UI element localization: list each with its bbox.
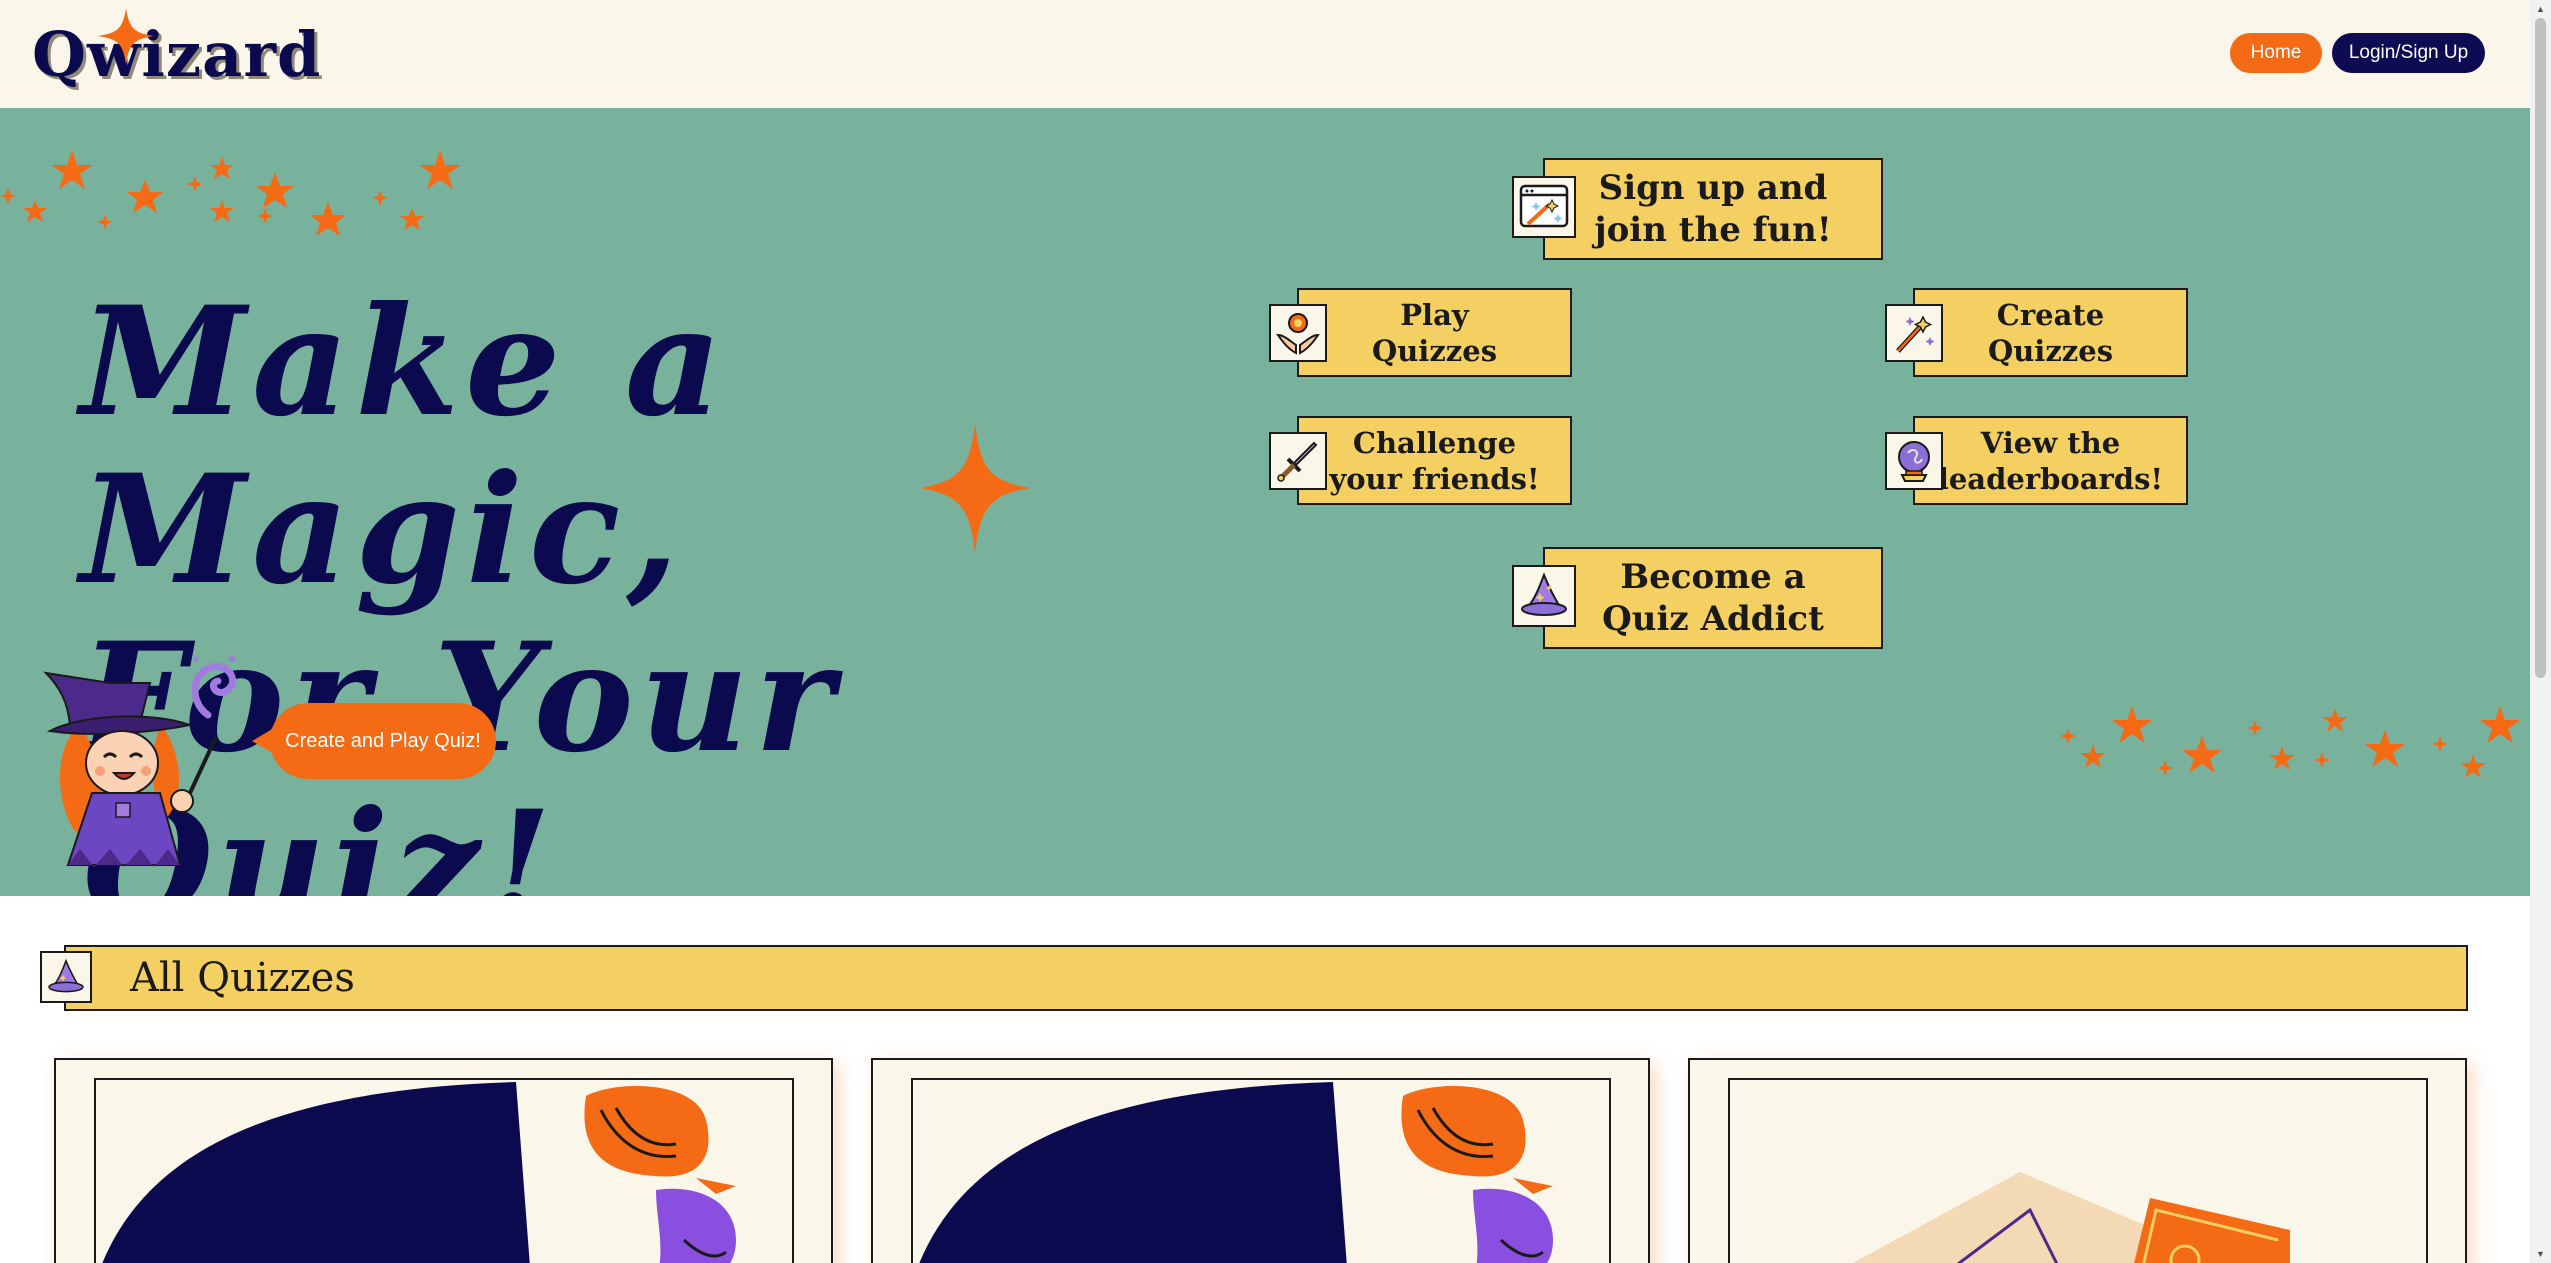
feature-create-label: Create Quizzes: [1987, 297, 2114, 368]
wizard-hat-icon: [1512, 565, 1576, 627]
magic-screen-icon: [1512, 176, 1576, 238]
quiz-thumbnail-image: [919, 1082, 1553, 1263]
logo-sparkle-icon: [98, 8, 154, 64]
all-quizzes-banner: [64, 945, 2468, 1011]
quiz-card[interactable]: [871, 1058, 1650, 1263]
home-button[interactable]: Home: [2230, 33, 2322, 73]
feature-quiz-addict: Become a Quiz Addict: [1543, 547, 1883, 649]
feature-signup-label: Sign up and join the fun!: [1594, 168, 1832, 250]
scroll-down-arrow-icon[interactable]: ▼: [2530, 1245, 2551, 1263]
star-cluster-decoration: [2060, 706, 2520, 778]
feature-challenge-label: Challenge your friends!: [1329, 425, 1540, 496]
feature-challenge-friends: Challenge your friends!: [1297, 416, 1572, 505]
headline-sparkle-icon: [920, 423, 1030, 553]
hero-section: Make a Magic, For Your Quiz! Sign up and…: [0, 108, 2530, 896]
hands-gem-icon: [1269, 304, 1327, 362]
scroll-up-arrow-icon[interactable]: ▲: [2530, 0, 2551, 18]
quiz-card[interactable]: [1688, 1058, 2467, 1263]
feature-leaderboards-label: View the leaderboards!: [1937, 425, 2164, 496]
quiz-thumbnail-image: [1852, 1172, 2290, 1263]
quiz-card-thumbnail[interactable]: [94, 1078, 794, 1263]
quiz-card[interactable]: [54, 1058, 833, 1263]
feature-play-quizzes: Play Quizzes: [1297, 288, 1572, 377]
all-quizzes-title: All Quizzes: [130, 955, 355, 1001]
feature-play-label: Play Quizzes: [1371, 297, 1498, 368]
feature-leaderboards: View the leaderboards!: [1913, 416, 2188, 505]
create-and-play-quiz-button[interactable]: Create and Play Quiz!: [270, 703, 496, 779]
star-cluster-decoration: [0, 150, 461, 236]
sword-icon: [1269, 432, 1327, 490]
wizard-hat-icon: [40, 951, 92, 1003]
quiz-card-thumbnail[interactable]: [1728, 1078, 2428, 1263]
site-header: Qwizard Home Login/Sign Up: [0, 0, 2530, 108]
feature-create-quizzes: Create Quizzes: [1913, 288, 2188, 377]
quiz-thumbnail-image: [102, 1082, 736, 1263]
page-scrollbar[interactable]: ▲ ▼: [2530, 0, 2551, 1263]
login-signup-button[interactable]: Login/Sign Up: [2332, 33, 2485, 73]
crystal-ball-icon: [1885, 432, 1943, 490]
site-logo[interactable]: Qwizard: [32, 18, 321, 91]
quiz-card-thumbnail[interactable]: [911, 1078, 1611, 1263]
magic-wand-icon: [1885, 304, 1943, 362]
feature-addict-label: Become a Quiz Addict: [1602, 557, 1824, 639]
scrollbar-thumb[interactable]: [2535, 18, 2546, 678]
witch-character-illustration: [43, 656, 236, 867]
feature-signup: Sign up and join the fun!: [1543, 158, 1883, 260]
